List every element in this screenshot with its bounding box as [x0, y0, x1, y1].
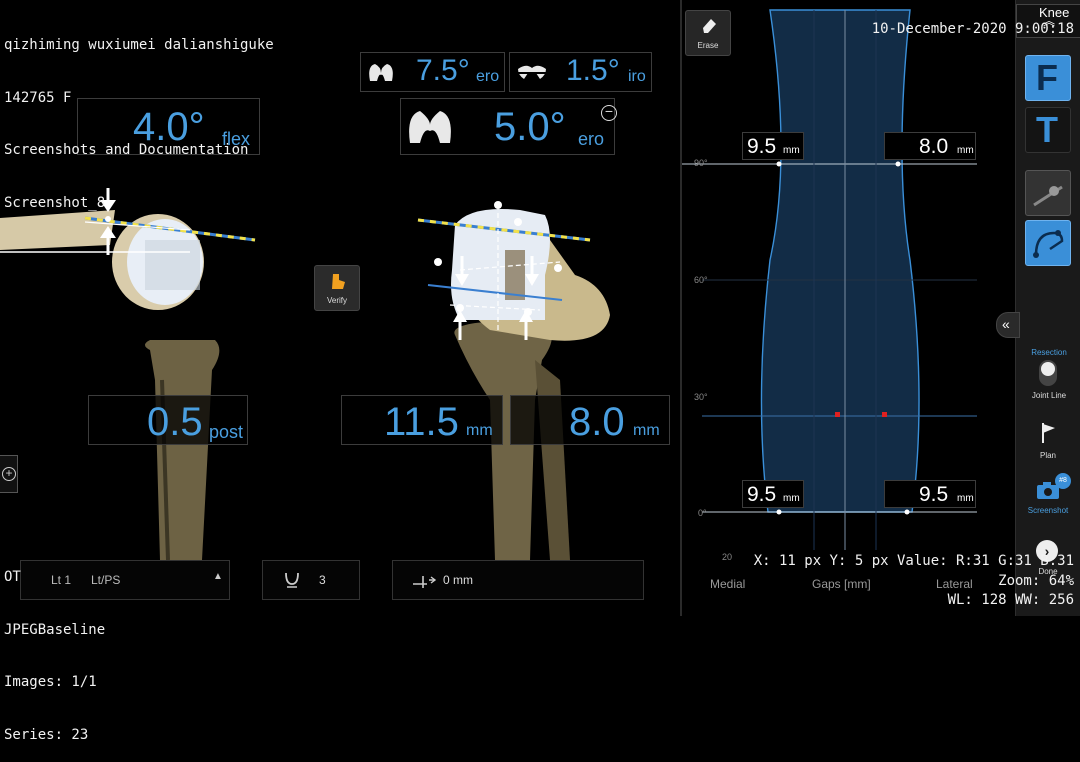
rotation-unit: iro	[628, 68, 646, 85]
gap-bottom-right-unit: mm	[957, 493, 974, 504]
double-chevron-left-icon: «	[1002, 316, 1010, 332]
insert-thickness-selector[interactable]: 3	[262, 560, 360, 600]
varus-unit: ero	[476, 68, 500, 85]
collapse-sidebar-button[interactable]: «	[996, 312, 1020, 338]
gap-top-right-value: 8.0	[919, 135, 949, 158]
window-readout: WL: 128 WW: 256	[947, 592, 1074, 608]
y-tick-30: 30°	[694, 392, 708, 402]
plan-label: Plan	[1039, 451, 1056, 460]
toggle-knob	[1041, 362, 1055, 376]
eraser-icon	[700, 16, 718, 34]
shift-icon	[411, 572, 437, 588]
femur-coronal-icon	[367, 61, 395, 83]
femur-rotation-unit: ero	[578, 129, 605, 149]
femur-label: F	[1036, 57, 1058, 98]
erase-label: Erase	[697, 41, 719, 50]
image-count: Images: 1/1	[4, 674, 97, 690]
erase-button[interactable]: Erase	[685, 10, 731, 56]
rotation-value: 1.5°	[566, 54, 620, 87]
series-number: Series: 23	[4, 726, 89, 743]
gap-bottom-left-value: 9.5	[747, 483, 777, 506]
image-info: OT JPEGBaseline Images: 1/1 Series: 23	[4, 534, 105, 762]
x-tick-20: 20	[722, 552, 733, 562]
screenshot-label: Screenshot	[1027, 506, 1069, 515]
verify-icon	[329, 272, 347, 290]
collapse-icon[interactable]: −	[601, 104, 617, 121]
expand-left-button[interactable]: +	[0, 455, 18, 493]
screenshot-button[interactable]: #8 Screenshot	[1025, 470, 1071, 516]
femur-rotation-value: 5.0°	[494, 105, 566, 149]
tibia-button[interactable]: T	[1025, 107, 1071, 153]
y-tick-90: 90°	[694, 158, 708, 168]
shift-selector[interactable]: 0 mm	[392, 560, 644, 600]
gap-left-value: 11.5	[384, 400, 459, 444]
study-description: Screenshots and Documentation	[4, 142, 249, 158]
patient-name: qizhiming wuxiumei dalianshiguke	[4, 37, 274, 53]
resection-label: Resection	[1031, 348, 1067, 357]
gap-right-unit: mm	[633, 422, 660, 439]
gap-top-right: 8.0 mm	[884, 132, 976, 160]
x-label-lateral: Lateral	[936, 577, 973, 591]
saw-icon	[1032, 179, 1066, 209]
gap-right-box: 8.0 mm	[510, 395, 670, 445]
y-tick-60: 60°	[694, 275, 708, 285]
femur-rotation-box: 5.0° ero −	[400, 98, 617, 155]
rotation-box: 1.5° iro	[509, 52, 652, 92]
femoral-component-icon	[406, 105, 454, 147]
verify-label: Verify	[326, 296, 347, 305]
gap-bottom-right-value: 9.5	[919, 483, 949, 506]
plan-button[interactable]: Plan	[1025, 415, 1071, 461]
pixel-readout: X: 11 px Y: 5 px Value: R:31 G:31 B:31	[753, 553, 1074, 569]
x-label-medial: Medial	[710, 577, 746, 591]
x-label-gaps: Gaps [mm]	[812, 577, 871, 591]
gap-bottom-right: 9.5 mm	[884, 480, 976, 508]
gap-bottom-left-unit: mm	[783, 493, 800, 504]
joint-line-label: Joint Line	[1031, 391, 1067, 400]
screenshot-badge: #8	[1055, 473, 1071, 489]
post-value: 0.5	[147, 400, 203, 444]
gap-top-left-unit: mm	[783, 145, 800, 156]
gap-chart-plot	[682, 9, 977, 550]
curve-tool-button[interactable]	[1025, 220, 1071, 266]
gap-top-left: 9.5 mm	[742, 132, 804, 160]
gap-left-unit: mm	[466, 422, 493, 439]
date-time: 10-December-2020 9:00:18	[871, 21, 1074, 37]
plus-circle-icon: +	[2, 467, 16, 481]
gap-right-value: 8.0	[569, 400, 625, 444]
varus-value: 7.5°	[416, 54, 470, 87]
gap-chart[interactable]: 90° 60° 30° 0° 20 Medial Gaps [mm] Later…	[682, 0, 1015, 616]
insert-icon	[283, 570, 301, 590]
modality: OT	[4, 569, 21, 585]
joint-line-toggle[interactable]	[1039, 360, 1057, 386]
gap-bottom-left: 9.5 mm	[742, 480, 804, 508]
gap-top-right-unit: mm	[957, 145, 974, 156]
varus-box: 7.5° ero	[360, 52, 505, 92]
patient-info: qizhiming wuxiumei dalianshiguke 142765 …	[4, 2, 274, 230]
insert-value: 3	[319, 573, 326, 587]
tibia-label: T	[1036, 109, 1058, 150]
post-box: 0.5 post	[88, 395, 248, 445]
transfer-syntax: JPEGBaseline	[4, 621, 106, 638]
gap-left-box: 11.5 mm	[341, 395, 503, 445]
y-tick-0: 0°	[698, 508, 707, 518]
verify-button[interactable]: Verify	[314, 265, 360, 311]
curve-icon	[1032, 227, 1066, 261]
resection-tool-button[interactable]	[1025, 170, 1071, 216]
zoom-readout: Zoom: 64%	[998, 573, 1074, 589]
femur-axial-icon	[516, 63, 548, 83]
post-unit: post	[209, 422, 244, 442]
gap-top-left-value: 9.5	[747, 135, 777, 158]
shift-value: 0 mm	[443, 573, 473, 587]
patient-id: 142765 F	[4, 89, 72, 106]
screenshot-name: Screenshot_8	[4, 194, 106, 211]
flag-icon	[1039, 421, 1059, 445]
chevron-up-icon: ▲	[213, 571, 223, 582]
femur-button[interactable]: F	[1025, 55, 1071, 101]
